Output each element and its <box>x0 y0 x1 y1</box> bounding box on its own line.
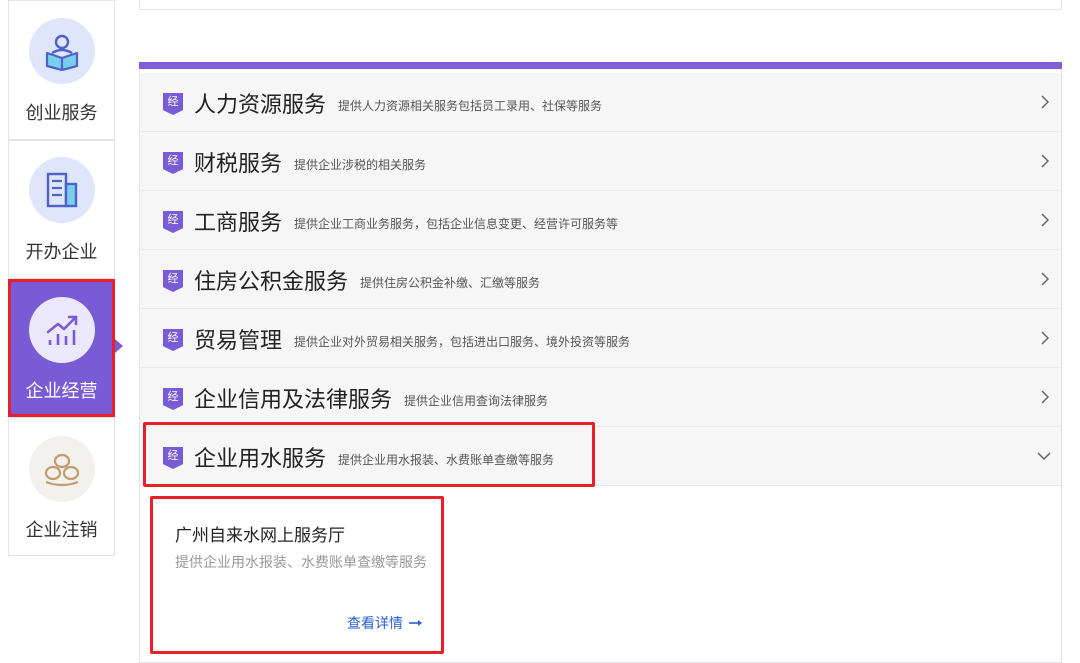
sidebar-item-label: 企业经营 <box>25 381 98 402</box>
sidebar-item-business-deregistration[interactable]: 企业注销 <box>8 417 115 556</box>
active-indicator-arrow <box>115 339 123 353</box>
service-desc: 提供企业信用查询法律服务 <box>404 394 549 408</box>
sidebar-item-open-business[interactable]: 开办企业 <box>8 140 115 279</box>
arrow-right-icon <box>409 620 422 626</box>
service-title: 企业信用及法律服务 <box>194 388 393 413</box>
service-row-commerce[interactable]: 经 工商服务 提供企业工商业务服务，包括企业信息变更、经营许可服务等 <box>140 191 1061 250</box>
service-row-human-resources[interactable]: 经 人力资源服务 提供人力资源相关服务包括员工录用、社保等服务 <box>140 73 1061 132</box>
chevron-right-icon <box>1039 272 1051 286</box>
badge-icon: 经 <box>163 447 183 469</box>
service-title: 贸易管理 <box>194 329 283 354</box>
sidebar-item-startup-services[interactable]: 创业服务 <box>8 0 115 140</box>
service-desc: 提供企业工商业务服务，包括企业信息变更、经营许可服务等 <box>294 217 619 231</box>
sub-service-card[interactable]: 广州自来水网上服务厅 提供企业用水报装、水费账单查缴等服务 查看详情 <box>150 496 444 654</box>
badge-icon: 经 <box>163 329 183 351</box>
badge-icon: 经 <box>163 388 183 410</box>
chevron-down-icon <box>1037 449 1051 463</box>
sidebar-item-label: 创业服务 <box>25 103 98 124</box>
stacked-coins-icon <box>28 436 95 502</box>
badge-icon: 经 <box>163 211 183 233</box>
view-details-label: 查看详情 <box>347 616 403 632</box>
sidebar: 创业服务 开办企业 企业经营 企业注销 <box>8 0 115 556</box>
badge-icon: 经 <box>163 152 183 174</box>
chevron-right-icon <box>1039 213 1051 227</box>
badge-icon: 经 <box>163 270 183 292</box>
service-row-housing-fund[interactable]: 经 住房公积金服务 提供住房公积金补缴、汇缴等服务 <box>140 250 1061 309</box>
badge-icon: 经 <box>163 93 183 115</box>
service-title: 住房公积金服务 <box>194 270 349 295</box>
sidebar-item-label: 企业注销 <box>25 520 98 541</box>
service-row-tax[interactable]: 经 财税服务 提供企业涉税的相关服务 <box>140 132 1061 191</box>
service-title: 工商服务 <box>194 211 283 236</box>
service-desc: 提供企业对外贸易相关服务，包括进出口服务、境外投资等服务 <box>294 335 631 349</box>
sub-service-desc: 提供企业用水报装、水费账单查缴等服务 <box>175 555 427 571</box>
office-building-icon <box>28 157 95 223</box>
top-card <box>139 0 1062 10</box>
chevron-right-icon <box>1039 390 1051 404</box>
service-desc: 提供企业用水报装、水费账单查缴等服务 <box>338 453 555 467</box>
service-desc: 提供人力资源相关服务包括员工录用、社保等服务 <box>338 99 603 113</box>
service-desc: 提供住房公积金补缴、汇缴等服务 <box>360 276 541 290</box>
chevron-right-icon <box>1039 154 1051 168</box>
chevron-right-icon <box>1039 95 1051 109</box>
chevron-right-icon <box>1039 331 1051 345</box>
panel-accent-bar <box>139 62 1062 69</box>
service-title: 企业用水服务 <box>194 447 327 472</box>
view-details-link[interactable]: 查看详情 <box>347 613 423 633</box>
service-title: 财税服务 <box>194 152 283 177</box>
growth-chart-icon <box>28 297 95 363</box>
service-row-credit-legal[interactable]: 经 企业信用及法律服务 提供企业信用查询法律服务 <box>140 368 1061 427</box>
service-title: 人力资源服务 <box>194 93 327 118</box>
service-row-water[interactable]: 经 企业用水服务 提供企业用水报装、水费账单查缴等服务 <box>140 427 1061 486</box>
service-desc: 提供企业涉税的相关服务 <box>294 158 427 172</box>
sidebar-item-business-operation[interactable]: 企业经营 <box>8 279 115 417</box>
person-reading-book-icon <box>28 18 95 84</box>
service-row-trade[interactable]: 经 贸易管理 提供企业对外贸易相关服务，包括进出口服务、境外投资等服务 <box>140 309 1061 368</box>
sub-service-title: 广州自来水网上服务厅 <box>175 526 345 546</box>
sidebar-item-label: 开办企业 <box>25 242 98 263</box>
